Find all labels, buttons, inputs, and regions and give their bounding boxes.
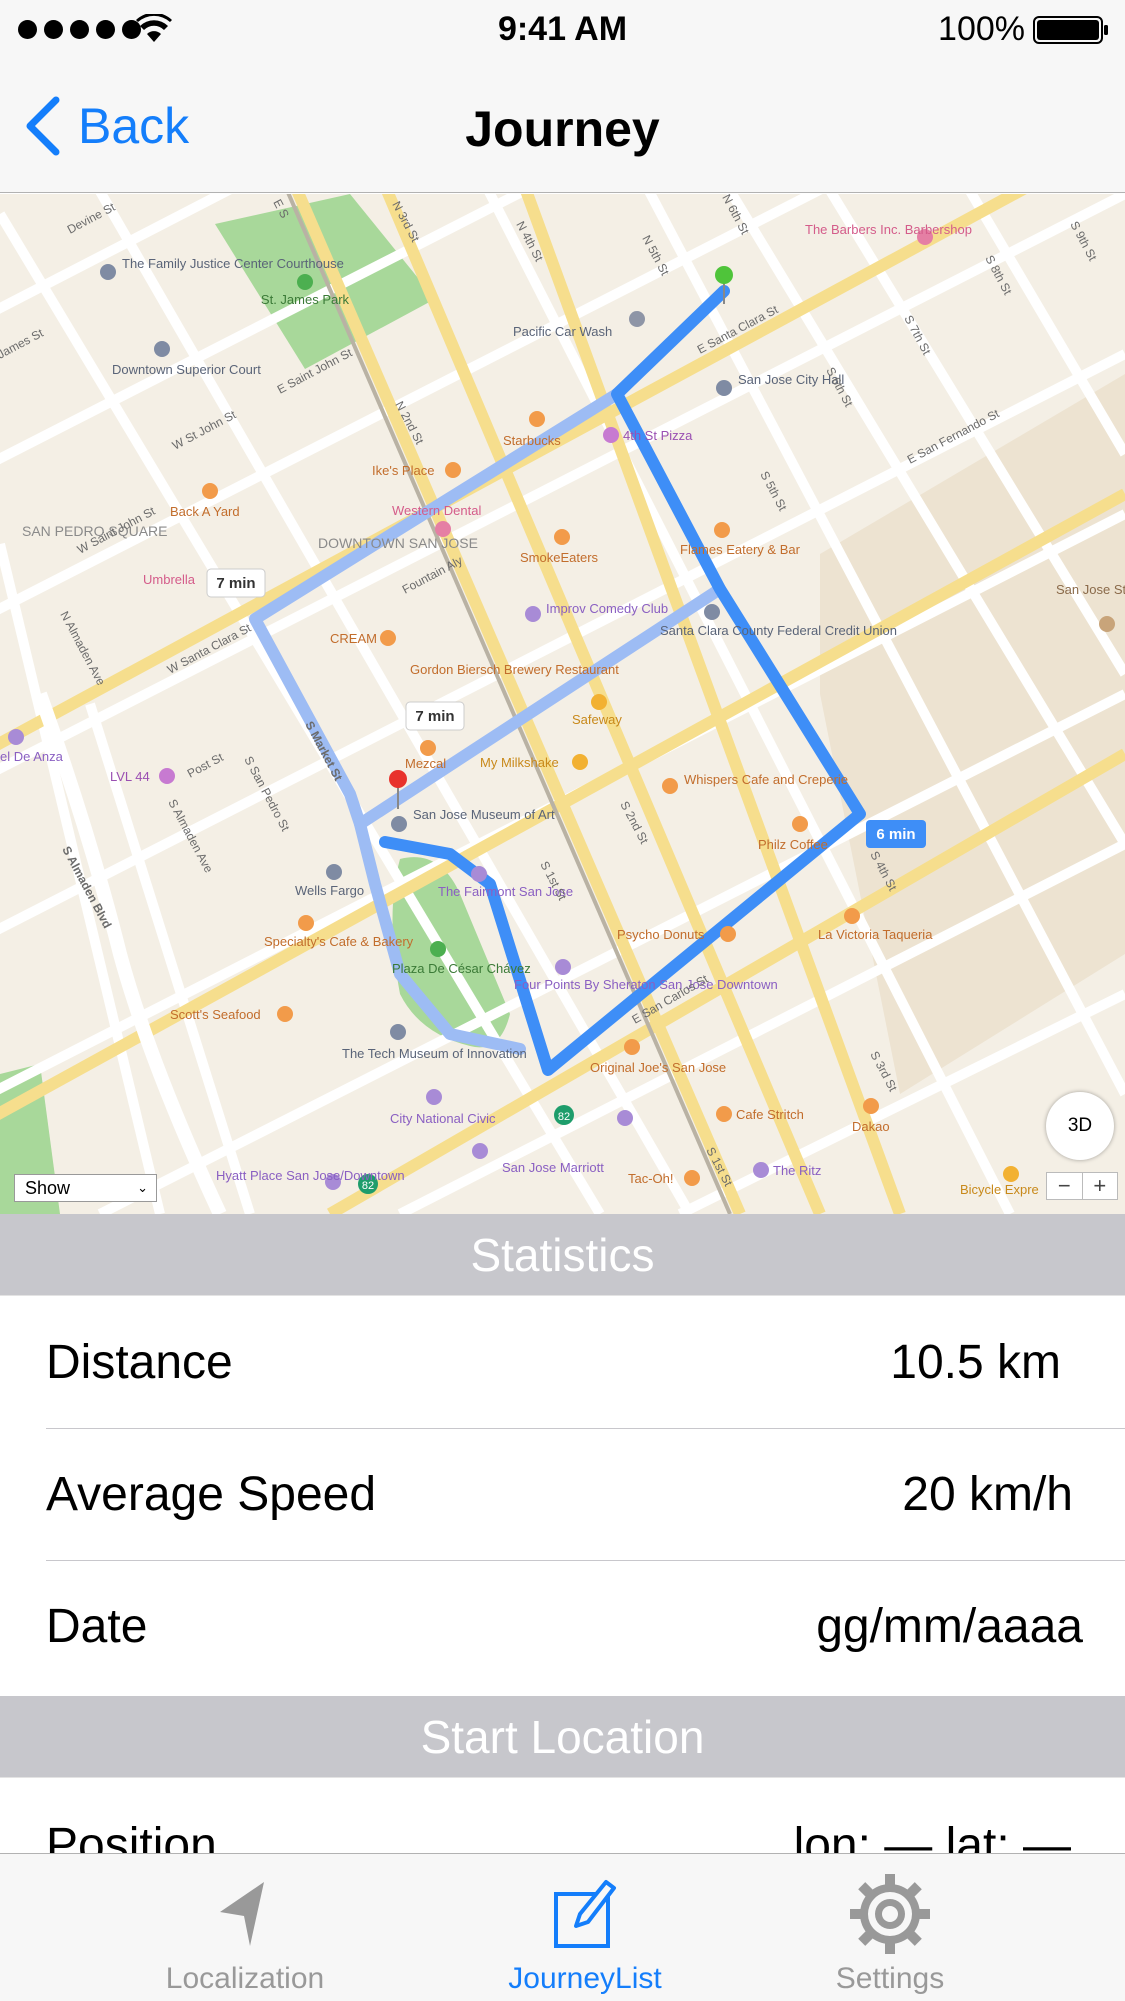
map-canvas[interactable]: 7 min 7 min 6 min St. James Park The Fam… bbox=[0, 194, 1125, 1214]
svg-text:The Family Justice Center Cour: The Family Justice Center Courthouse bbox=[122, 256, 344, 271]
chevron-down-icon: ⌄ bbox=[137, 1180, 148, 1195]
svg-text:San Jose Museum of Art: San Jose Museum of Art bbox=[413, 807, 555, 822]
tab-bar: Localization JourneyList Settings bbox=[0, 1853, 1125, 2001]
svg-text:Plaza De César Chávez: Plaza De César Chávez bbox=[392, 961, 531, 976]
svg-text:Psycho Donuts: Psycho Donuts bbox=[617, 927, 705, 942]
svg-text:7 min: 7 min bbox=[216, 575, 255, 592]
svg-text:Philz Coffee: Philz Coffee bbox=[758, 837, 828, 852]
average-speed-label: Average Speed bbox=[46, 1468, 377, 1521]
compose-icon bbox=[554, 1880, 616, 1948]
svg-text:DOWNTOWN SAN JOSE: DOWNTOWN SAN JOSE bbox=[318, 535, 478, 551]
svg-text:San Jose State Univers: San Jose State Univers bbox=[1056, 582, 1125, 597]
3d-label: 3D bbox=[1067, 1115, 1093, 1136]
route-time-a: 7 min bbox=[206, 568, 266, 598]
svg-text:La Victoria Taqueria: La Victoria Taqueria bbox=[818, 927, 933, 942]
svg-text:82: 82 bbox=[362, 1180, 374, 1192]
svg-text:Dakao: Dakao bbox=[852, 1119, 890, 1134]
svg-text:My Milkshake: My Milkshake bbox=[480, 755, 559, 770]
svg-text:Tac-Oh!: Tac-Oh! bbox=[628, 1171, 674, 1186]
date-label: Date bbox=[46, 1600, 148, 1653]
average-speed-row: Average Speed 20 km/h bbox=[0, 1429, 1125, 1561]
location-arrow-icon bbox=[220, 1882, 264, 1946]
svg-text:82: 82 bbox=[558, 1111, 570, 1123]
svg-text:Gordon Biersch Brewery Restaur: Gordon Biersch Brewery Restaurant bbox=[410, 662, 619, 677]
svg-text:Santa Clara County Federal Cre: Santa Clara County Federal Credit Union bbox=[660, 623, 897, 638]
navigation-bar: Back Journey bbox=[0, 60, 1125, 193]
zoom-out-button[interactable]: − bbox=[1047, 1173, 1083, 1199]
show-select[interactable]: Show ⌄ bbox=[14, 1174, 157, 1202]
statistics-header: Statistics bbox=[0, 1214, 1125, 1296]
distance-label: Distance bbox=[46, 1336, 233, 1389]
svg-text:Hyatt Place San Jose/Downtown: Hyatt Place San Jose/Downtown bbox=[216, 1168, 405, 1183]
journey-map[interactable]: 7 min 7 min 6 min St. James Park The Fam… bbox=[0, 194, 1125, 1214]
start-location-header: Start Location bbox=[0, 1696, 1125, 1778]
gear-icon bbox=[850, 1874, 930, 1954]
tab-settings[interactable]: Settings bbox=[800, 1854, 980, 2001]
tab-journeylist-label: JourneyList bbox=[508, 1962, 662, 1995]
svg-text:Back A Yard: Back A Yard bbox=[170, 504, 240, 519]
svg-text:LVL 44: LVL 44 bbox=[110, 769, 150, 784]
tab-localization[interactable]: Localization bbox=[155, 1854, 335, 2001]
svg-text:CREAM: CREAM bbox=[330, 631, 377, 646]
battery-percent: 100% bbox=[938, 10, 1025, 48]
svg-text:Cafe Stritch: Cafe Stritch bbox=[736, 1107, 804, 1122]
svg-text:Flames Eatery & Bar: Flames Eatery & Bar bbox=[680, 542, 801, 557]
svg-text:SmokeEaters: SmokeEaters bbox=[520, 550, 599, 565]
battery-icon bbox=[1033, 16, 1108, 44]
date-row: Date gg/mm/aaaa bbox=[0, 1561, 1125, 1693]
svg-text:7 min: 7 min bbox=[415, 708, 454, 725]
distance-row: Distance 10.5 km bbox=[0, 1297, 1125, 1429]
zoom-in-button[interactable]: + bbox=[1083, 1173, 1118, 1199]
date-value: gg/mm/aaaa bbox=[816, 1600, 1083, 1653]
svg-text:Four Points By Sheraton San Jo: Four Points By Sheraton San Jose Downtow… bbox=[514, 977, 778, 992]
svg-text:Specialty's Cafe & Bakery: Specialty's Cafe & Bakery bbox=[264, 934, 414, 949]
svg-text:Mezcal: Mezcal bbox=[405, 756, 446, 771]
average-speed-value: 20 km/h bbox=[902, 1468, 1073, 1521]
svg-text:Pacific Car Wash: Pacific Car Wash bbox=[513, 324, 612, 339]
3d-view-button[interactable]: 3D bbox=[1046, 1092, 1114, 1160]
tab-localization-label: Localization bbox=[165, 1962, 325, 1995]
svg-text:The Barbers Inc. Barbershop: The Barbers Inc. Barbershop bbox=[805, 222, 972, 237]
svg-text:The Ritz: The Ritz bbox=[773, 1163, 821, 1178]
status-bar: 9:41 AM 100% bbox=[0, 0, 1125, 60]
svg-text:San Jose Marriott: San Jose Marriott bbox=[502, 1160, 604, 1175]
svg-text:Improv Comedy Club: Improv Comedy Club bbox=[546, 601, 668, 616]
svg-text:Safeway: Safeway bbox=[572, 712, 622, 727]
svg-text:Whispers Cafe and Creperie: Whispers Cafe and Creperie bbox=[684, 772, 848, 787]
svg-text:Scott's Seafood: Scott's Seafood bbox=[170, 1007, 261, 1022]
svg-text:Downtown Superior Court: Downtown Superior Court bbox=[112, 362, 261, 377]
svg-text:Ike's Place: Ike's Place bbox=[372, 463, 434, 478]
svg-text:Wells Fargo: Wells Fargo bbox=[295, 883, 364, 898]
svg-text:Starbucks: Starbucks bbox=[503, 433, 561, 448]
svg-text:St. James Park: St. James Park bbox=[261, 292, 350, 307]
page-title: Journey bbox=[465, 101, 660, 157]
svg-text:6 min: 6 min bbox=[876, 826, 915, 843]
tab-settings-label: Settings bbox=[835, 1962, 945, 1995]
svg-text:The Tech Museum of Innovation: The Tech Museum of Innovation bbox=[342, 1046, 527, 1061]
svg-text:Bicycle Expre: Bicycle Expre bbox=[960, 1182, 1039, 1197]
route-time-b: 7 min bbox=[405, 701, 465, 731]
svg-text:Umbrella: Umbrella bbox=[143, 572, 196, 587]
show-select-value: Show bbox=[25, 1177, 71, 1198]
svg-text:City National Civic: City National Civic bbox=[390, 1111, 496, 1126]
zoom-control[interactable]: − + bbox=[1046, 1172, 1118, 1200]
tab-journeylist[interactable]: JourneyList bbox=[495, 1854, 675, 2001]
svg-text:Original Joe's San Jose: Original Joe's San Jose bbox=[590, 1060, 726, 1075]
svg-text:Western Dental: Western Dental bbox=[392, 503, 481, 518]
distance-value: 10.5 km bbox=[890, 1336, 1061, 1389]
route-time-c: 6 min bbox=[866, 820, 926, 848]
svg-text:el De Anza: el De Anza bbox=[0, 749, 64, 764]
svg-text:4th St Pizza: 4th St Pizza bbox=[623, 428, 693, 443]
